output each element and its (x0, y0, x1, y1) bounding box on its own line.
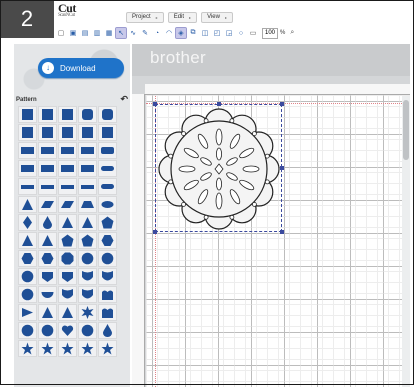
app-window: 2 Cut ScanNCut Project ▸ Edit ▸ View ▸ ▢ ▣ ▤… (0, 0, 416, 387)
figure-border (0, 0, 414, 385)
